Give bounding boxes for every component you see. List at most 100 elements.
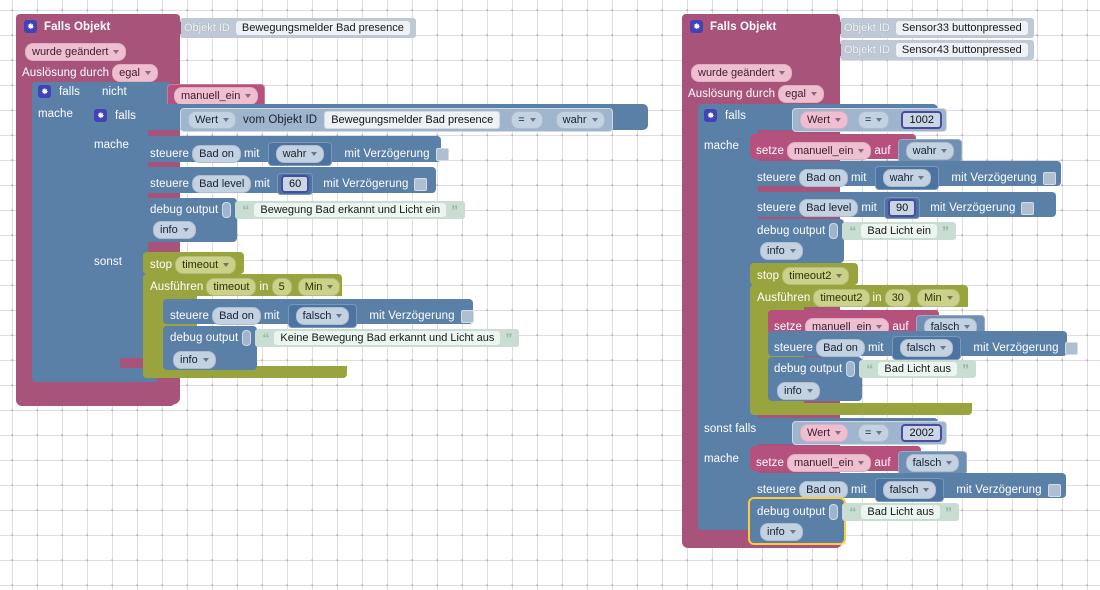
comparison-socket-left[interactable]: Wert vom Objekt ID Bewegungsmelder Bad p…	[180, 108, 613, 132]
target-chip[interactable]: Bad on	[192, 145, 241, 163]
number-value[interactable]: 1002	[901, 111, 942, 129]
delay-label: mit Verzögerung	[323, 178, 409, 190]
number-value[interactable]: 90	[887, 199, 917, 217]
string-block[interactable]: “ Keine Bewegung Bad erkannt und Licht a…	[255, 329, 520, 347]
blockly-workspace[interactable]: Falls Objekt Objekt ID Bewegungsmelder B…	[0, 0, 1100, 590]
string-value[interactable]: Bewegung Bad erkannt und Licht ein	[254, 203, 447, 217]
value-dropdown[interactable]: wahr	[275, 145, 325, 163]
value-dropdown[interactable]: falsch	[905, 454, 960, 472]
trigger-condition-dropdown[interactable]: wurde geändert	[691, 64, 793, 82]
string-value[interactable]: Keine Bewegung Bad erkannt und Licht aus	[274, 331, 501, 345]
text-socket[interactable]	[222, 202, 232, 218]
text-socket[interactable]	[829, 504, 839, 520]
value-field-chip[interactable]: Wert	[188, 111, 237, 129]
string-value[interactable]: Bad Licht aus	[878, 362, 958, 376]
value-field-chip[interactable]: Wert	[800, 111, 849, 129]
operator-dropdown[interactable]: =	[858, 424, 890, 442]
log-level-dropdown[interactable]: info	[777, 382, 820, 400]
objekt-id-value[interactable]: Bewegungsmelder Bad presence	[235, 21, 410, 35]
objekt-id-value[interactable]: Sensor33 buttonpressed	[895, 21, 1028, 35]
delay-toggle[interactable]	[435, 147, 449, 161]
value-socket[interactable]: falsch	[891, 336, 962, 360]
number-value[interactable]: 60	[280, 175, 310, 193]
target-chip[interactable]: Bad on	[816, 339, 865, 357]
objekt-id-value[interactable]: Sensor43 buttonpressed	[895, 43, 1028, 57]
text-socket[interactable]	[846, 361, 856, 377]
log-level-dropdown[interactable]: info	[760, 523, 803, 541]
value-socket[interactable]: 90	[883, 197, 921, 219]
verb-label: steuere	[757, 202, 797, 214]
value-socket[interactable]: wahr	[897, 139, 963, 163]
comparison-socket-right-1[interactable]: Wert = 1002	[792, 108, 947, 132]
text-socket[interactable]	[242, 330, 252, 346]
target-chip[interactable]: Bad level	[799, 199, 859, 217]
log-level-dropdown[interactable]: info	[173, 351, 216, 369]
timer-name-dropdown[interactable]: timeout2	[782, 267, 850, 285]
comparison-socket-right-2[interactable]: Wert = 2002	[792, 421, 947, 445]
objekt-id-block-left-0[interactable]: Objekt ID Bewegungsmelder Bad presence	[174, 18, 416, 38]
timer-name-dropdown[interactable]: timeout	[175, 256, 237, 274]
target-chip[interactable]: Bad level	[192, 175, 252, 193]
value-dropdown[interactable]: wahr	[882, 169, 932, 187]
trigger-condition-dropdown[interactable]: wurde geändert	[25, 43, 127, 61]
trigger-source-dropdown[interactable]: egal	[778, 85, 824, 103]
value-socket[interactable]: wahr	[874, 166, 940, 190]
delay-toggle[interactable]	[1042, 171, 1056, 185]
value-socket[interactable]: falsch	[287, 304, 358, 328]
value-socket[interactable]: falsch	[874, 478, 945, 502]
object-id-field[interactable]: Bewegungsmelder Bad presence	[324, 111, 501, 129]
number-value[interactable]: 2002	[901, 424, 942, 442]
timer-name-chip[interactable]: timeout	[206, 278, 257, 296]
value-socket[interactable]: wahr	[267, 142, 333, 166]
string-block[interactable]: “ Bad Licht aus ”	[859, 360, 977, 378]
value-dropdown[interactable]: wahr	[905, 142, 955, 160]
value-field-chip[interactable]: Wert	[800, 424, 849, 442]
gear-icon	[38, 85, 51, 98]
if-right-do-label: mache	[704, 140, 739, 152]
objekt-id-block-right-0[interactable]: Objekt ID Sensor33 buttonpressed	[834, 18, 1034, 38]
delay-toggle[interactable]	[460, 309, 474, 323]
trigger-condition-left[interactable]: wurde geändert	[22, 43, 129, 61]
compare-value-dropdown[interactable]: wahr	[555, 111, 605, 129]
delay-toggle[interactable]	[1064, 341, 1078, 355]
operator-dropdown[interactable]: =	[511, 111, 543, 129]
string-block[interactable]: “ Bad Licht aus ”	[842, 503, 960, 521]
target-chip[interactable]: Bad on	[799, 169, 848, 187]
delay-toggle[interactable]	[1021, 201, 1035, 215]
variable-chip[interactable]: manuell_ein	[787, 142, 872, 160]
value-dropdown[interactable]: falsch	[899, 339, 954, 357]
value-socket[interactable]: 60	[276, 173, 314, 195]
string-value[interactable]: Bad Licht ein	[861, 224, 937, 238]
timer-stop-row: stop timeout	[150, 256, 239, 274]
debug-level-row: info	[757, 242, 806, 260]
objid-notch	[834, 44, 841, 56]
string-block[interactable]: “ Bad Licht ein ”	[842, 222, 956, 240]
delay-toggle[interactable]	[414, 177, 428, 191]
operator-dropdown[interactable]: =	[858, 111, 890, 129]
variable-chip[interactable]: manuell_ein	[174, 87, 259, 105]
text-socket[interactable]	[829, 223, 839, 239]
timer-unit-dropdown[interactable]: Min	[297, 278, 341, 296]
trigger-source-dropdown[interactable]: egal	[112, 64, 158, 82]
variable-chip[interactable]: manuell_ein	[787, 454, 872, 472]
string-block[interactable]: “ Bewegung Bad erkannt und Licht ein ”	[235, 201, 466, 219]
timer-name-chip[interactable]: timeout2	[813, 289, 870, 307]
value-socket[interactable]: falsch	[897, 451, 968, 475]
timer-amount[interactable]: 30	[884, 289, 911, 307]
log-level-dropdown[interactable]: info	[760, 242, 803, 260]
target-chip[interactable]: Bad on	[799, 481, 848, 499]
target-chip[interactable]: Bad on	[212, 307, 261, 325]
objekt-id-block-right-1[interactable]: Objekt ID Sensor43 buttonpressed	[834, 40, 1034, 60]
string-value[interactable]: Bad Licht aus	[861, 505, 941, 519]
log-level-dropdown[interactable]: info	[153, 221, 196, 239]
value-dropdown[interactable]: falsch	[882, 481, 937, 499]
timer-amount[interactable]: 5	[271, 278, 292, 296]
event-title-text: Falls Objekt	[710, 20, 777, 33]
timer-unit-dropdown[interactable]: Min	[916, 289, 960, 307]
delay-toggle[interactable]	[1047, 483, 1061, 497]
if-keyword: falls	[115, 109, 136, 122]
value-dropdown[interactable]: falsch	[295, 307, 350, 325]
delay-label: mit Verzögerung	[369, 310, 455, 322]
trigger-condition-right[interactable]: wurde geändert	[688, 64, 795, 82]
verb-label: steuere	[150, 178, 190, 190]
